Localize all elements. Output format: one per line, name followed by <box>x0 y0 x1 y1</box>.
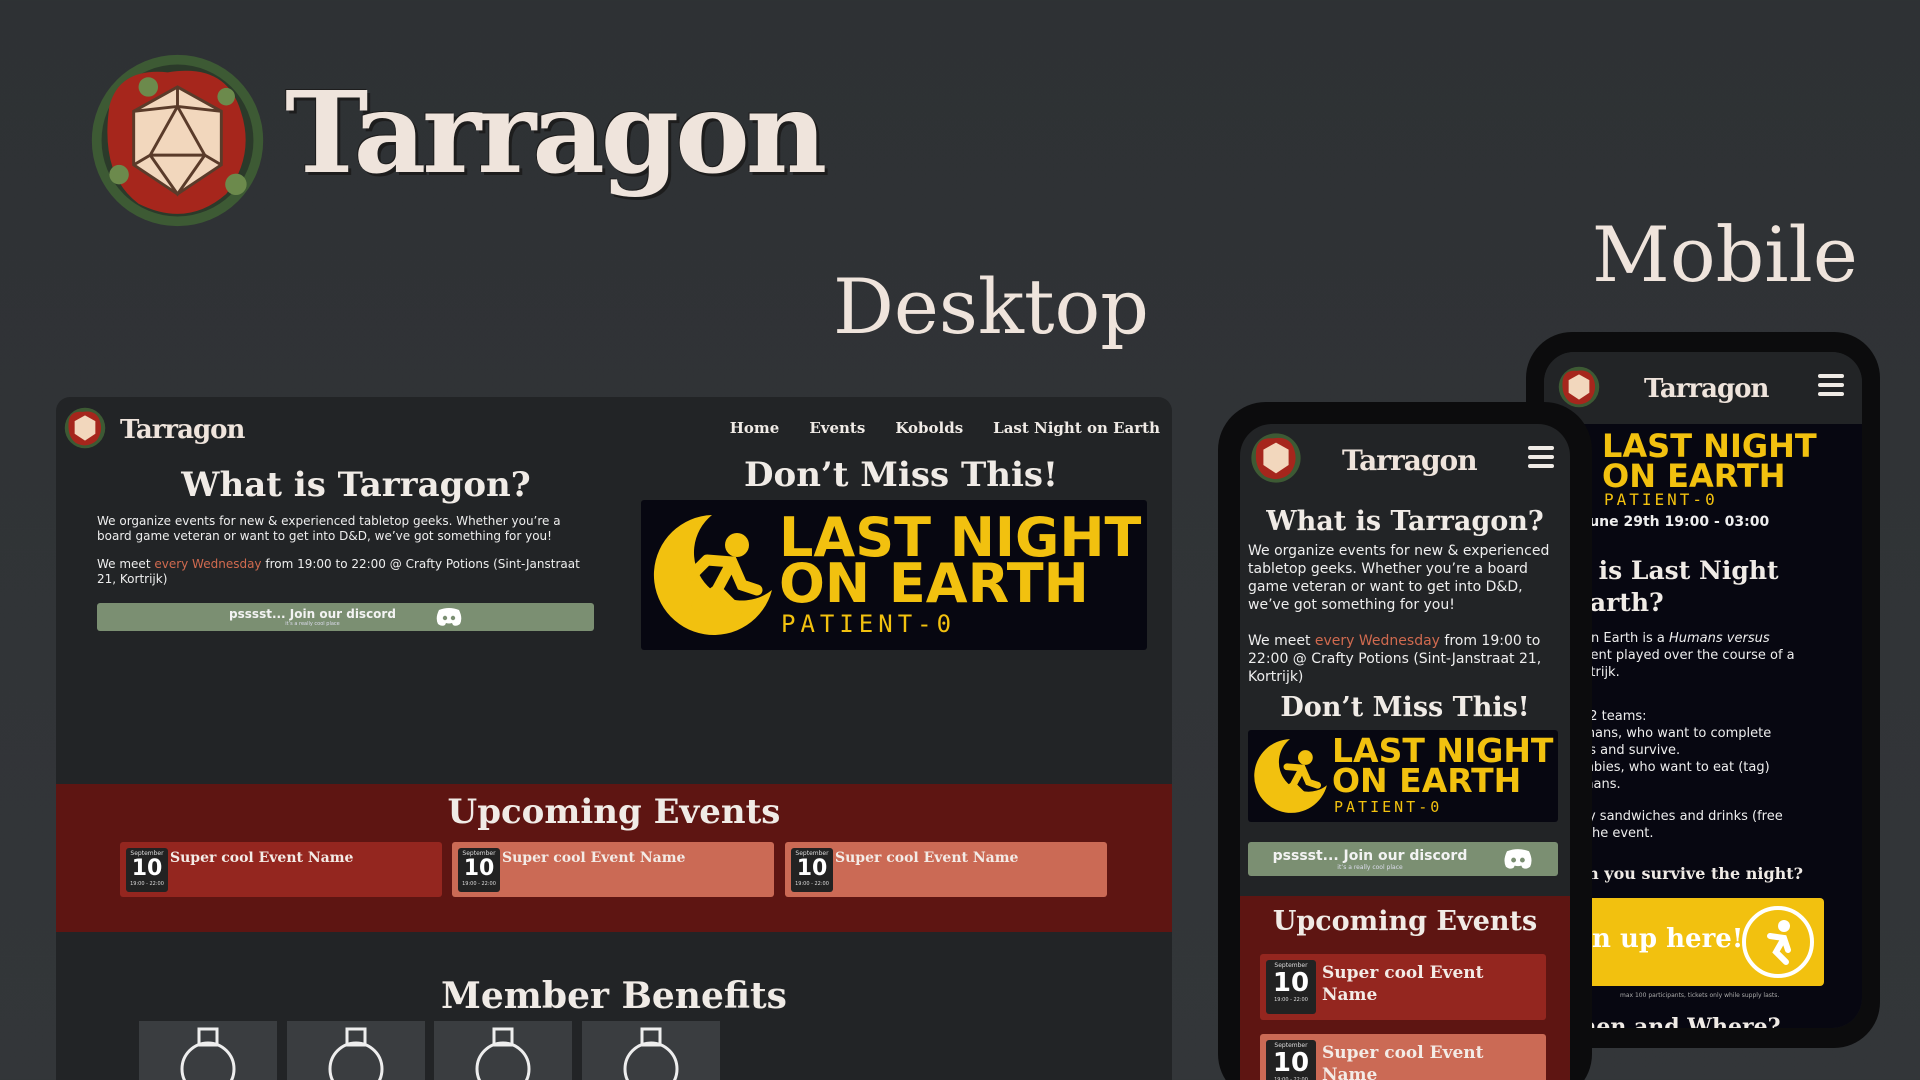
mobile-header: Tarragon <box>1544 352 1862 424</box>
main-nav: Home Events Kobolds Last Night on Earth <box>730 419 1160 437</box>
event-card[interactable]: September 10 19:00 - 22:00 Super cool Ev… <box>1260 954 1546 1020</box>
event-card[interactable]: September 10 19:00 - 22:00 Super cool Ev… <box>1260 1034 1546 1080</box>
potion-icon <box>180 1027 236 1080</box>
event-date-badge: September 10 19:00 - 22:00 <box>1266 1040 1316 1080</box>
discord-button[interactable]: psssst... Join our discord it’s a really… <box>97 603 594 631</box>
event-date-badge: September 10 19:00 - 22:00 <box>126 848 168 892</box>
benefit-tile[interactable] <box>139 1021 277 1080</box>
event-date-badge: September 10 19:00 - 22:00 <box>458 848 500 892</box>
meeting-day-link[interactable]: every Wednesday <box>1315 633 1440 649</box>
when-where-heading: Then and Where? <box>1564 1014 1781 1028</box>
upcoming-title: Upcoming Events <box>447 792 781 832</box>
menu-icon[interactable] <box>1528 446 1554 473</box>
mobile-mockup-home: Tarragon What is Tarragon? We organize e… <box>1218 402 1592 1080</box>
phone-screen: Tarragon What is Tarragon? We organize e… <box>1240 424 1570 1080</box>
lnoe-banner[interactable]: LAST NIGHT ON EARTH PATIENT-0 <box>1248 730 1558 822</box>
mobile-brand[interactable]: Tarragon <box>1342 444 1478 477</box>
promo-title: Don’t Miss This! <box>744 455 1058 495</box>
running-man-icon <box>653 515 772 635</box>
nav-logo-icon[interactable] <box>1248 430 1304 486</box>
nav-kobolds[interactable]: Kobolds <box>895 419 963 437</box>
discord-icon <box>436 608 462 626</box>
lnoe-date: June 29th 19:00 - 03:00 <box>1584 514 1770 530</box>
upcoming-events-section: Upcoming Events September 10 19:00 - 22:… <box>1240 896 1570 1080</box>
about-meeting-info: We meet every Wednesday from 19:00 to 22… <box>97 557 580 586</box>
lnoe-subtitle: PATIENT-0 <box>781 610 957 638</box>
brand-wordmark: Tarragon <box>285 68 827 199</box>
discord-label: psssst... Join our discord <box>229 607 396 621</box>
about-title: What is Tarragon? <box>1266 506 1544 537</box>
patient-zero-badge-icon <box>1742 906 1814 978</box>
nav-logo-icon[interactable] <box>62 405 108 451</box>
discord-icon <box>1504 849 1532 869</box>
running-man-icon <box>1254 739 1327 813</box>
event-card[interactable]: September 10 19:00 - 22:00 Super cool Ev… <box>785 842 1107 897</box>
about-title: What is Tarragon? <box>181 465 531 505</box>
event-name: Super cool Event Name <box>1322 963 1484 1005</box>
event-name: Super cool Event Name <box>502 850 686 866</box>
lnoe-title-line2: ON EARTH <box>779 552 1089 615</box>
event-date-badge: September 10 19:00 - 22:00 <box>1266 960 1316 1014</box>
event-name: Super cool Event Name <box>1322 1043 1484 1080</box>
event-card[interactable]: September 10 19:00 - 22:00 Super cool Ev… <box>452 842 774 897</box>
nav-events[interactable]: Events <box>809 419 865 437</box>
upcoming-events-section: Upcoming Events September 10 19:00 - 22:… <box>56 784 1172 932</box>
about-intro: We organize events for new & experienced… <box>1248 543 1550 613</box>
tarragon-dragon-logo <box>91 54 264 227</box>
lnoe-title-line2: ON EARTH <box>1332 761 1522 800</box>
nav-last-night-on-earth[interactable]: Last Night on Earth <box>993 419 1160 437</box>
signup-button[interactable]: ign up here! <box>1564 898 1824 986</box>
benefit-tile[interactable] <box>434 1021 572 1080</box>
lnoe-question: Can you survive the night? <box>1564 864 1804 883</box>
lnoe-title-line2: ON EARTH <box>1602 457 1786 495</box>
meeting-day-link[interactable]: every Wednesday <box>154 557 261 571</box>
upcoming-title: Upcoming Events <box>1272 906 1538 937</box>
nav-logo-icon[interactable] <box>1556 364 1602 410</box>
promo-title: Don’t Miss This! <box>1280 692 1530 723</box>
potion-icon <box>623 1027 679 1080</box>
nav-brand[interactable]: Tarragon <box>120 415 245 445</box>
lnoe-banner[interactable]: LAST NIGHT ON EARTH PATIENT-0 <box>641 500 1147 650</box>
event-card[interactable]: September 10 19:00 - 22:00 Super cool Ev… <box>120 842 442 897</box>
signup-fineprint: max 100 participants, tickets only while… <box>1620 992 1780 999</box>
event-date-badge: September 10 19:00 - 22:00 <box>791 848 833 892</box>
about-meeting-info: We meet every Wednesday from 19:00 to 22… <box>1248 633 1542 685</box>
benefit-tile[interactable] <box>287 1021 425 1080</box>
event-name: Super cool Event Name <box>170 850 354 866</box>
desktop-mockup: Tarragon Home Events Kobolds Last Night … <box>56 397 1172 1080</box>
nav-home[interactable]: Home <box>730 419 780 437</box>
lnoe-subtitle: PATIENT-0 <box>1604 490 1718 509</box>
desktop-label: Desktop <box>833 262 1149 351</box>
potion-icon <box>475 1027 531 1080</box>
event-name: Super cool Event Name <box>835 850 1019 866</box>
mobile-label: Mobile <box>1592 210 1858 299</box>
lnoe-subtitle: PATIENT-0 <box>1334 798 1443 816</box>
about-intro: We organize events for new & experienced… <box>97 514 561 543</box>
benefits-title: Member Benefits <box>441 975 787 1017</box>
menu-icon[interactable] <box>1818 374 1844 401</box>
discord-sub: it’s a really cool place <box>285 621 340 627</box>
potion-icon <box>328 1027 384 1080</box>
discord-button[interactable]: psssst... Join our discord it’s a really… <box>1248 842 1558 876</box>
benefit-tile[interactable] <box>582 1021 720 1080</box>
discord-sub: it’s a really cool place <box>1337 863 1403 871</box>
discord-label: psssst... Join our discord <box>1272 847 1468 864</box>
mobile-brand[interactable]: Tarragon <box>1644 374 1769 404</box>
